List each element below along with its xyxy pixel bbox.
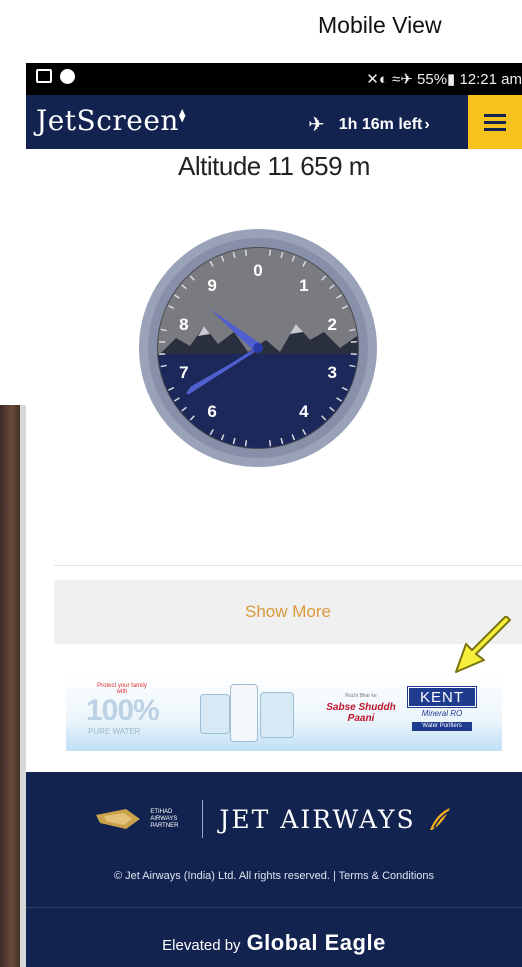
yellow-arrow-annotation-icon (455, 616, 511, 673)
altimeter-dial: 0 1 2 3 4 6 7 8 9 (139, 229, 377, 467)
phone-screen: ✕◐ ≈✈ 55%▮ 12:21 am JetScreen⧫ ✈ 1h 16m … (26, 63, 522, 967)
time-left-label: 1h 16m left (338, 115, 423, 133)
status-right-indicators: ✕◐ ≈✈ 55%▮ 12:21 am (366, 71, 522, 88)
footer-divider (26, 907, 522, 908)
flight-time-link[interactable]: ✈ 1h 16m left › (308, 112, 430, 137)
menu-line (484, 113, 506, 117)
purifier-device (200, 694, 230, 734)
dial-number: 7 (179, 363, 188, 382)
purifier-device (230, 684, 258, 742)
dial-tick (268, 249, 272, 256)
screenshot-canvas: Mobile View ✕◐ ≈✈ 55%▮ 12:21 am JetScree… (0, 0, 522, 967)
kent-badge: Water Purifiers (412, 722, 472, 731)
dial-number: 2 (327, 315, 336, 334)
status-bar: ✕◐ ≈✈ 55%▮ 12:21 am (26, 63, 522, 95)
needle-hub (253, 343, 263, 353)
etihad-logo-icon (96, 809, 141, 829)
menu-line (484, 120, 506, 124)
ad-tagline: Sabse Shuddh Paani (326, 702, 396, 724)
kent-mineral-ro: Mineral RO (421, 709, 463, 718)
menu-line (484, 127, 506, 131)
etihad-partner-text: ETIHAD AIRWAYS PARTNER (150, 808, 179, 829)
show-more-button[interactable]: Show More (54, 580, 522, 644)
dial-number: 8 (179, 315, 188, 334)
app-header: JetScreen⧫ ✈ 1h 16m left › (26, 95, 522, 149)
background-photo (0, 405, 26, 967)
global-eagle-logo: Global Eagle (246, 930, 386, 955)
dial-tick (268, 440, 272, 447)
gallery-notification-icon (36, 69, 52, 83)
water-purifier-images (200, 684, 300, 742)
hamburger-menu-icon[interactable] (468, 95, 522, 149)
messenger-notification-icon (60, 69, 75, 84)
dial-number: 0 (253, 261, 262, 280)
kent-ro-advertisement[interactable]: Protect your family with 100% PURE WATER… (66, 676, 502, 751)
ad-100-percent: 100% (86, 694, 160, 727)
ad-tag-top: Ruchi Bhar ke (345, 693, 377, 699)
elevated-by-global-eagle: Elevated by Global Eagle (26, 930, 522, 956)
mobile-view-caption: Mobile View (318, 12, 442, 38)
jet-airways-branding: ETIHAD AIRWAYS PARTNER JET AIRWAYS (26, 800, 522, 838)
jet-airways-feather-icon (429, 808, 450, 830)
copyright-text[interactable]: © Jet Airways (India) Ltd. All rights re… (26, 870, 522, 882)
kent-brand-logo: KENT (407, 686, 477, 708)
dial-number: 3 (327, 363, 336, 382)
dial-number: 1 (299, 276, 308, 295)
dial-number: 9 (207, 276, 216, 295)
jet-airways-name: JET AIRWAYS (219, 804, 416, 834)
purifier-device (260, 692, 294, 738)
altitude-heading: Altitude 11 659 m (178, 151, 370, 181)
dial-tick (244, 249, 248, 256)
jetscreen-logo[interactable]: JetScreen⧫ (36, 104, 186, 137)
content-divider (54, 565, 522, 566)
brand-separator (202, 800, 204, 838)
airplane-icon: ✈ (308, 114, 325, 136)
status-left-icons (36, 69, 75, 84)
elevated-by-label: Elevated by (162, 937, 241, 954)
wifi-signal-icon: ⧫ (178, 108, 186, 124)
dial-tick (244, 440, 248, 447)
ad-pure-water: PURE WATER (88, 727, 141, 736)
dial-number: 6 (207, 402, 216, 421)
dial-number: 4 (299, 402, 309, 421)
site-footer: ETIHAD AIRWAYS PARTNER JET AIRWAYS © Jet… (26, 772, 522, 967)
logo-text: JetScreen (36, 104, 179, 137)
chevron-right-icon: › (424, 115, 430, 133)
